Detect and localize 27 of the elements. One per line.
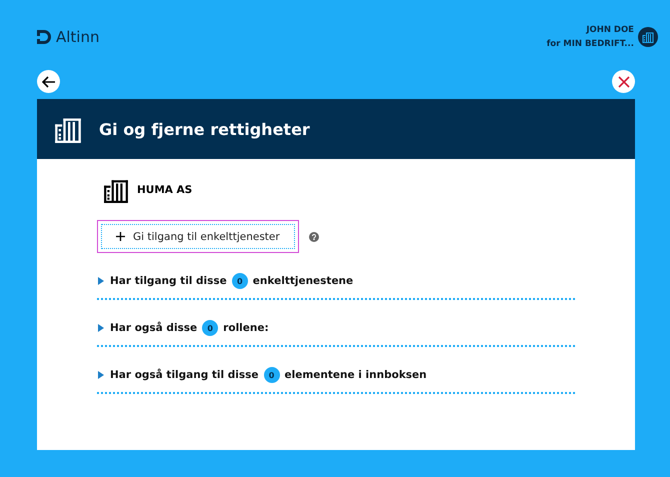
organization-name: for MIN BEDRIFT...: [546, 38, 634, 51]
section-title: elementene i innboksen: [284, 369, 427, 381]
section-title: rollene:: [223, 322, 269, 334]
section-title: Har også tilgang til disse: [110, 369, 259, 381]
expand-toggle-icon[interactable]: [97, 277, 105, 285]
add-service-button[interactable]: Gi tilgang til enkelttjenester: [101, 224, 295, 249]
logo-text: Altinn: [56, 28, 100, 46]
expand-toggle-icon[interactable]: [97, 324, 105, 332]
expand-toggle-icon[interactable]: [97, 371, 105, 379]
building-avatar-icon[interactable]: [638, 27, 658, 47]
arrow-left-icon: [42, 76, 56, 88]
count-badge: 0: [202, 320, 218, 336]
plus-icon: [116, 232, 125, 241]
count-badge: 0: [232, 273, 248, 289]
back-button[interactable]: [37, 70, 60, 93]
panel-title: Gi og fjerne rettigheter: [99, 120, 310, 138]
logo-icon: [37, 30, 51, 44]
count-badge: 0: [264, 367, 280, 383]
close-button[interactable]: [612, 70, 635, 93]
help-icon[interactable]: [308, 232, 319, 242]
organization-title: HUMA AS: [137, 184, 192, 196]
section-title: enkelttjenestene: [252, 275, 354, 287]
section-title: Har tilgang til disse: [110, 275, 227, 287]
building-icon: [642, 31, 654, 43]
section-title: Har også disse: [110, 322, 198, 334]
close-icon: [618, 76, 630, 88]
user-name: JOHN DOE: [586, 24, 634, 37]
